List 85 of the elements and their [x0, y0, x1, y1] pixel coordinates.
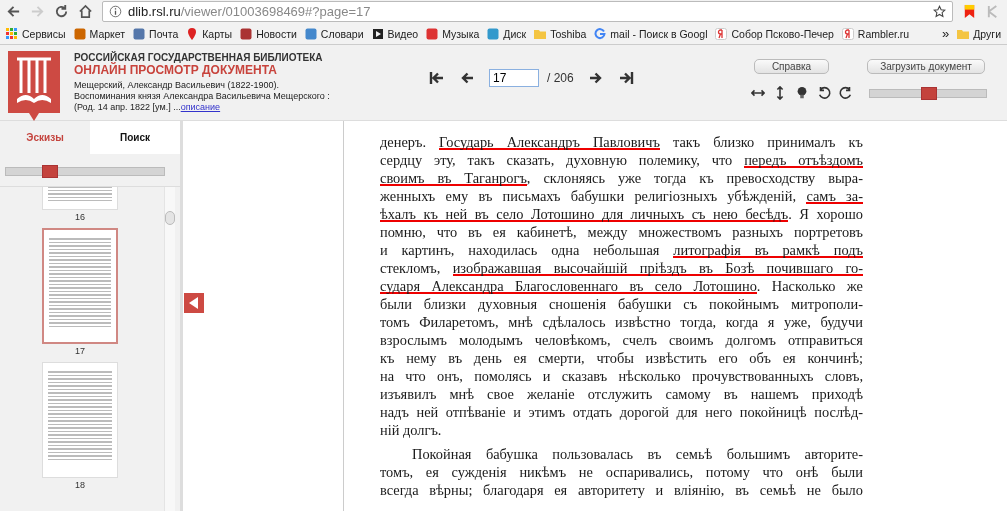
site-favicon-icon [186, 27, 199, 40]
site-favicon-icon [73, 27, 86, 40]
document-description: Воспоминания князя Александра Васильевича Мещерского : [74, 91, 331, 102]
text-line: помню, что въ ея кабинетѣ, между множествомъ разныхъ портретовъ [380, 223, 863, 241]
text-line: ѣхалъ къ ней въ село Лотошино для личныхъ съ нею бесѣдъ. Я хорошо [380, 205, 863, 223]
library-name: РОССИЙСКАЯ ГОСУДАРСТВЕННАЯ БИБЛИОТЕКА [74, 52, 324, 63]
document-description: Мещерский, Александр Васильевич (1822-1900). [74, 80, 280, 91]
download-button[interactable]: Загрузить документ [867, 59, 985, 74]
apps-grid-icon [6, 27, 18, 40]
first-page-icon[interactable] [429, 70, 445, 86]
scrollbar[interactable] [164, 187, 175, 511]
site-favicon-icon [240, 27, 253, 40]
next-page-icon[interactable] [587, 70, 604, 86]
site-favicon-icon [426, 27, 439, 40]
folder-icon [957, 27, 970, 40]
info-icon[interactable] [109, 5, 122, 18]
text-line: томъ, ея сужденія никѣмъ не оспаривались, потому что онѣ были [380, 463, 863, 481]
site-favicon-icon [133, 27, 146, 40]
text-line: взрослымъ молодымъ человѣкомъ, счелъ своимъ долгомъ отправиться [380, 331, 863, 349]
text-line: были близки духовныя сношенія бабушки съ покойнымъ митрополи- [380, 295, 863, 313]
back-icon[interactable] [6, 4, 21, 19]
text-line: надъ ней отпѣваніе и этимъ отдать дорогой для него покойницѣ послѣд- [380, 403, 863, 421]
bookmark-flag-icon[interactable] [962, 4, 977, 19]
sidebar-tab[interactable]: Поиск [90, 121, 180, 154]
rotate-right-icon[interactable] [839, 86, 853, 100]
slider-handle[interactable] [41, 165, 58, 178]
site-favicon-icon [715, 27, 728, 40]
library-logo [8, 51, 60, 123]
bookmark[interactable]: Toshiba [534, 27, 587, 40]
bookmark[interactable]: mail - Поиск в Googl [594, 27, 708, 40]
previous-page-icon[interactable] [459, 70, 475, 86]
text-line: женныхъ ему въ письмахъ бабушки религіозныхъ убѣжденій, самъ за- [380, 187, 863, 205]
rotate-left-icon[interactable] [817, 86, 831, 100]
text-line: стекломъ, изображавшая высочайшій пріѣздъ въ Бозѣ почившаго го- [380, 259, 863, 277]
bookmark[interactable]: Видео [371, 27, 419, 40]
bookmark[interactable]: Rambler.ru [841, 27, 910, 40]
zoom-slider[interactable] [869, 88, 987, 98]
document-description: (Род. 14 апр. 1822 [ум.] ...описание [74, 102, 222, 113]
page-number: 16 [75, 211, 85, 222]
text-line: сердцу эту, такъ сказать, духовную полемику, что передъ отъѣздомъ [380, 151, 863, 169]
description-link[interactable]: описание [180, 102, 221, 112]
help-button[interactable]: Справка [754, 59, 829, 74]
text-line: и картинъ, находилась одна небольшая литографія въ рамкѣ подъ [380, 241, 863, 259]
bookmark[interactable]: Словари [304, 27, 364, 40]
text-line: денеръ. Государь Александръ Павловичъ такъ близко принималъ къ [380, 133, 863, 151]
home-icon[interactable] [78, 4, 93, 19]
reload-icon[interactable] [54, 4, 69, 19]
last-page-icon[interactable] [617, 70, 634, 86]
page-number: 18 [75, 479, 85, 490]
page-number-field[interactable]: 17 [489, 69, 539, 87]
page-number: 17 [75, 345, 85, 356]
text-line: Покойная бабушка пользовалась въ семьѣ большимъ авторите- [411, 445, 863, 463]
bookmark[interactable]: Почта [133, 27, 179, 40]
bookmark[interactable]: Новости [240, 27, 297, 40]
site-favicon-icon [594, 27, 607, 40]
star-icon[interactable] [933, 5, 946, 18]
text-line: томъ Филаретомъ, мнѣ сдѣлалось извѣстно тогда, когда я уже, будучи [380, 313, 863, 331]
bookmark[interactable]: Собор Псково-Печер [715, 27, 834, 40]
site-favicon-icon [304, 27, 317, 40]
site-favicon-icon [487, 27, 500, 40]
lightbulb-icon[interactable] [795, 86, 809, 100]
text-line: къ нему въ день ея смерти, чтобы извѣстить его объ ея кончинѣ; [380, 349, 863, 367]
text-line: всегда вѣрны; благодаря ея авторитету и вліянію, въ семьѣ не было [380, 481, 863, 499]
viewer-title: ОНЛАЙН ПРОСМОТР ДОКУМЕНТА [74, 63, 278, 77]
text-line: изъявилъ мнѣ свое желаніе отслужить самому въ нашемъ приходѣ [380, 385, 863, 403]
bookmark[interactable]: Карты [186, 27, 233, 40]
more-bookmarks-button[interactable]: » [942, 26, 950, 41]
bookmark[interactable]: Маркет [73, 27, 126, 40]
text-line: ній долгъ. [380, 421, 443, 439]
site-favicon-icon [371, 27, 384, 40]
url-text: dlib.rsl.ru/viewer/01003698469#?page=17 [128, 4, 372, 19]
slider-handle[interactable] [921, 86, 937, 100]
bookmark[interactable]: Диск [487, 27, 527, 40]
text-line: на что онъ, помолясь и сказавъ нѣсколько прочувствованныхъ словъ, [380, 367, 863, 385]
bookmark[interactable]: Музыка [426, 27, 480, 40]
bookmark-folder[interactable]: Други [957, 27, 1001, 40]
text-line: своимъ въ Таганрогъ, склоняясь уже тогда къ превосходству выра- [380, 169, 863, 187]
collapse-panel-icon[interactable] [184, 293, 204, 313]
folder-icon [534, 27, 547, 40]
page-total: / 206 [547, 71, 574, 85]
bookmark[interactable]: Сервисы [6, 27, 66, 40]
address-bar[interactable]: dlib.rsl.ru/viewer/01003698469#?page=17 [102, 1, 953, 22]
page-thumbnail[interactable] [42, 228, 118, 344]
thumbnail-size-slider[interactable] [5, 167, 165, 176]
site-favicon-icon [841, 27, 854, 40]
